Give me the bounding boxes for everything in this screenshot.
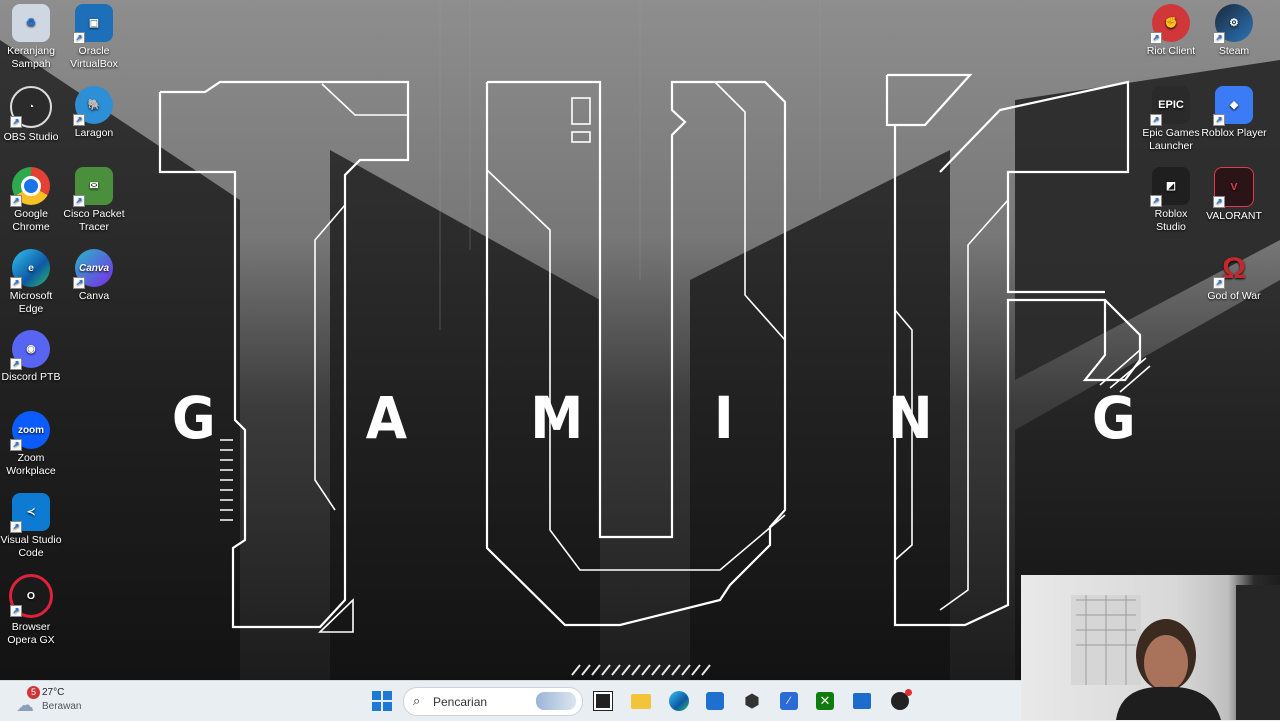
xbox-button[interactable]: ✕	[813, 689, 837, 713]
desktop-icon-discord-ptb[interactable]: ◉ ↗ Discord PTB	[0, 330, 64, 384]
steam-icon: ⚙ ↗	[1213, 4, 1253, 44]
icon-label: Oracle VirtualBox	[70, 45, 118, 70]
start-button[interactable]	[370, 689, 394, 713]
desktop-icon-oracle-virtualbox[interactable]: ▣ ↗ Oracle VirtualBox	[61, 4, 127, 71]
desktop-icon-microsoft-edge[interactable]: e ↗ Microsoft Edge	[0, 249, 64, 316]
azure-data-studio-button[interactable]: ⁄	[777, 689, 801, 713]
god-of-war-icon: Ω ↗	[1213, 249, 1253, 289]
desktop-icon-google-chrome[interactable]: ↗ Google Chrome	[0, 167, 64, 234]
laragon-icon: 🐘 ↗	[73, 86, 113, 126]
desktop-icon-riot-client[interactable]: ✊ ↗ Riot Client	[1138, 4, 1204, 58]
vscode-icon: ≺ ↗	[10, 493, 50, 533]
desktop-icon-epic-games[interactable]: EPIC ↗ Epic Games Launcher	[1138, 86, 1204, 153]
edge-icon	[669, 691, 689, 711]
icon-label: Canva	[78, 290, 110, 302]
icon-label: Zoom Workplace	[6, 452, 56, 477]
desktop-icon-opera-gx[interactable]: O ↗ Browser Opera GX	[0, 574, 64, 647]
search-highlight-icon	[536, 692, 576, 710]
edge-button[interactable]	[667, 689, 691, 713]
wallpaper-letter: A	[365, 384, 408, 452]
icon-label: Browser Opera GX	[7, 621, 55, 646]
windows-logo-icon	[372, 691, 392, 711]
canva-icon: Canva ↗	[73, 249, 113, 289]
icon-label: OBS Studio	[3, 131, 59, 143]
icon-label: Visual Studio Code	[0, 534, 62, 559]
discord-icon: ◉ ↗	[10, 330, 50, 370]
desktop-icon-obs-studio[interactable]: ◔ ↗ OBS Studio	[0, 86, 64, 144]
virtualbox-icon: ▣ ↗	[73, 4, 113, 44]
icon-label: Keranjang Sampah	[7, 45, 55, 70]
weather-badge: 5	[27, 686, 40, 699]
desktop-icon-cisco-packet-tracer[interactable]: ✉ ↗ Cisco Packet Tracer	[61, 167, 127, 234]
desktop-icon-vscode[interactable]: ≺ ↗ Visual Studio Code	[0, 493, 64, 560]
icon-label: Laragon	[74, 127, 114, 139]
desktop-icon-steam[interactable]: ⚙ ↗ Steam	[1201, 4, 1267, 58]
desktop-icon-recycle-bin[interactable]: ♻ Keranjang Sampah	[0, 4, 64, 71]
outlook-icon	[853, 693, 871, 709]
task-view-icon	[593, 691, 613, 711]
outlook-button[interactable]	[850, 689, 874, 713]
icon-label: VALORANT	[1206, 210, 1262, 222]
opera-gx-icon: O ↗	[9, 574, 53, 618]
wallpaper-letter: N	[887, 384, 933, 452]
desktop-icon-god-of-war[interactable]: Ω ↗ God of War	[1201, 249, 1267, 303]
icon-label: Riot Client	[1146, 45, 1196, 57]
wallpaper-letter: M	[530, 384, 584, 452]
unity-icon: ⬢	[744, 690, 760, 711]
obs-studio-button[interactable]	[888, 689, 912, 713]
webcam-overlay	[1021, 575, 1280, 720]
roblox-studio-icon: ◩ ↗	[1150, 167, 1190, 207]
search-box[interactable]: ⌕ Pencarian	[403, 687, 583, 716]
chrome-icon: ↗	[10, 167, 50, 207]
wallpaper-letter: I	[713, 384, 734, 452]
icon-label: Microsoft Edge	[9, 290, 53, 315]
xbox-icon: ✕	[816, 692, 834, 710]
weather-temp: 27°C	[42, 687, 65, 698]
riot-client-icon: ✊ ↗	[1150, 4, 1190, 44]
desktop-icon-roblox-studio[interactable]: ◩ ↗ Roblox Studio	[1138, 167, 1204, 234]
obs-icon: ◔ ↗	[10, 86, 52, 128]
obs-icon	[891, 689, 912, 710]
weather-condition: Berawan	[42, 701, 82, 712]
icon-label: Discord PTB	[1, 371, 61, 383]
webcam-person-image	[1071, 585, 1280, 720]
desktop-icon-canva[interactable]: Canva ↗ Canva	[61, 249, 127, 303]
valorant-icon: V ↗	[1213, 167, 1254, 208]
cisco-packet-tracer-icon: ✉ ↗	[73, 167, 113, 207]
desktop-icon-valorant[interactable]: V ↗ VALORANT	[1201, 167, 1267, 223]
icon-label: Google Chrome	[12, 208, 50, 233]
store-icon	[706, 692, 724, 710]
file-explorer-button[interactable]	[629, 689, 653, 713]
wallpaper-letter: G	[171, 384, 216, 452]
edge-icon: e ↗	[10, 249, 50, 289]
icon-label: Epic Games Launcher	[1142, 127, 1200, 152]
weather-widget[interactable]: ☁ 5 27°C Berawan	[14, 686, 94, 716]
zoom-icon: zoom ↗	[10, 411, 50, 451]
search-icon: ⌕	[413, 693, 421, 708]
azure-icon: ⁄	[780, 692, 798, 710]
folder-icon	[631, 693, 651, 709]
icon-label: Roblox Player	[1201, 127, 1267, 139]
desktop-icon-laragon[interactable]: 🐘 ↗ Laragon	[61, 86, 127, 140]
desktop-icon-roblox-player[interactable]: ◆ ↗ Roblox Player	[1201, 86, 1267, 140]
task-view-button[interactable]	[591, 689, 615, 713]
recycle-bin-icon: ♻	[12, 4, 50, 42]
unity-hub-button[interactable]: ⬢	[740, 689, 764, 713]
icon-label: Cisco Packet Tracer	[63, 208, 125, 233]
microsoft-store-button[interactable]	[703, 689, 727, 713]
wallpaper-letter: G	[1091, 384, 1136, 452]
icon-label: Steam	[1218, 45, 1250, 57]
roblox-icon: ◆ ↗	[1213, 86, 1253, 126]
epic-games-icon: EPIC ↗	[1150, 86, 1190, 126]
icon-label: God of War	[1207, 290, 1261, 302]
desktop-icon-zoom-workplace[interactable]: zoom ↗ Zoom Workplace	[0, 411, 64, 478]
search-placeholder: Pencarian	[433, 695, 488, 709]
icon-label: Roblox Studio	[1154, 208, 1188, 233]
